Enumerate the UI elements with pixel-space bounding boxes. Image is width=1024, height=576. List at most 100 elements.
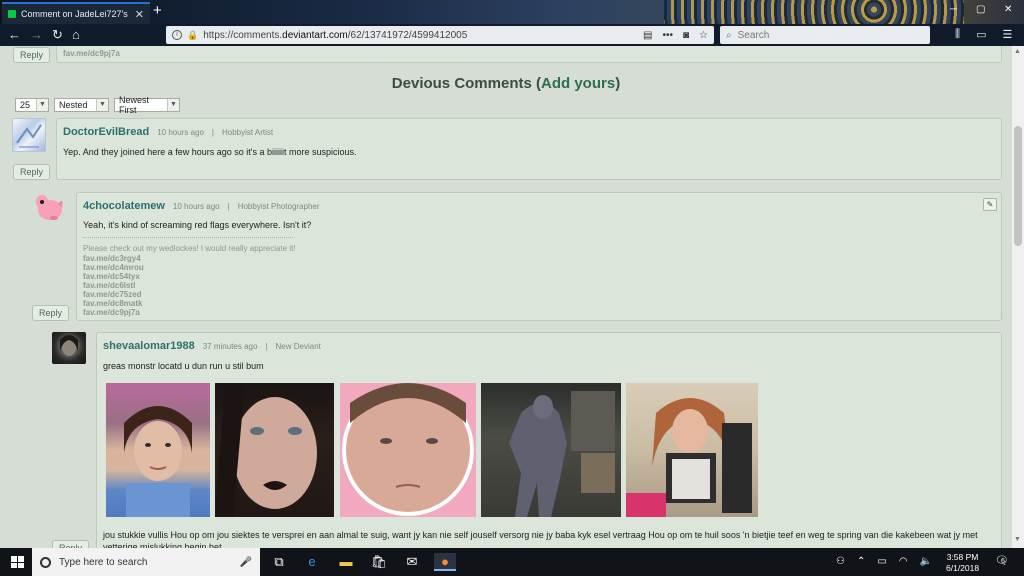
comment-user-role: Hobbyist Photographer — [237, 202, 320, 211]
comment-box: DoctorEvilBread 10 hours ago | Hobbyist … — [56, 118, 1002, 180]
notification-center-icon[interactable]: 🗨6 — [995, 554, 1013, 567]
mail-icon[interactable]: ✉ — [403, 553, 421, 571]
view-mode-select[interactable]: Nested ▼ — [54, 98, 109, 112]
comment-username[interactable]: shevaalomar1988 — [103, 340, 195, 352]
firefox-icon[interactable]: ● — [434, 553, 456, 571]
forward-icon[interactable]: → — [30, 27, 43, 43]
per-page-select[interactable]: 25 ▼ — [15, 98, 49, 112]
fav-link[interactable]: fav.me/dc9pj7a — [63, 49, 120, 58]
comment-time[interactable]: 37 minutes ago — [203, 342, 258, 351]
minimize-icon[interactable]: ─ — [950, 4, 957, 15]
scroll-down-icon[interactable]: ▼ — [1014, 536, 1021, 543]
edit-pencil-icon[interactable]: ✎ — [983, 198, 997, 211]
wifi-icon[interactable]: ◠ — [899, 556, 908, 567]
system-clock[interactable]: 3:58 PM 6/1/2018 — [946, 552, 979, 574]
task-view-icon[interactable]: ⧉ — [270, 553, 288, 571]
comment-user-role: Hobbyist Artist — [221, 128, 274, 137]
photo-5[interactable] — [626, 383, 758, 517]
deviantart-favicon — [8, 10, 16, 18]
microphone-icon[interactable]: 🎤 — [240, 557, 252, 568]
avatar-sketch-icon — [16, 124, 42, 148]
comment-body-text: jou stukkie vullis Hou op om jou siektes… — [103, 530, 978, 548]
fav-link[interactable]: fav.me/dc8matk — [83, 299, 144, 308]
search-circle-icon — [40, 556, 51, 568]
search-placeholder: Search — [737, 29, 770, 41]
comment-time[interactable]: 10 hours ago — [157, 128, 204, 137]
new-tab-icon[interactable]: + — [153, 3, 162, 19]
photo-2[interactable] — [215, 383, 334, 517]
avatar[interactable] — [52, 332, 86, 364]
pink-creature-avatar-icon — [36, 195, 63, 220]
comment-text: Yep. And they joined here a few hours ag… — [63, 147, 357, 157]
search-icon: ⌕ — [726, 29, 732, 41]
home-icon[interactable]: ⌂ — [72, 27, 80, 43]
scrollbar-thumb[interactable] — [1014, 126, 1022, 246]
fav-link[interactable]: fav.me/dc9pj7a — [83, 308, 144, 317]
creature-photo-icon — [509, 391, 615, 517]
bookmark-star-icon[interactable]: ☆ — [699, 30, 708, 41]
sidebar-icon[interactable]: ▭ — [976, 28, 986, 41]
comment-username[interactable]: 4chocolatemew — [83, 200, 165, 212]
pocket-icon[interactable]: ◙ — [683, 30, 689, 41]
theme-background — [664, 0, 964, 24]
tab-title: Comment on JadeLei727's Sta — [21, 9, 130, 19]
chevron-up-icon[interactable]: ⌃ — [857, 556, 865, 567]
library-icon[interactable]: ⫼ — [955, 28, 960, 41]
tab-comment-page[interactable]: Comment on JadeLei727's Sta ✕ — [2, 2, 150, 24]
taskbar: Type here to search 🎤 ⧉ e ▬ 🛍 ✉ ● ⚇ ⌃ ▭ … — [0, 548, 1024, 576]
close-window-icon[interactable]: ✕ — [1004, 4, 1012, 15]
reload-icon[interactable]: ↻ — [52, 27, 63, 43]
comment-username[interactable]: DoctorEvilBread — [63, 126, 149, 138]
taskbar-search-input[interactable]: Type here to search 🎤 — [32, 548, 260, 576]
signature-text: Please check out my wedlockes! I would r… — [83, 244, 296, 253]
store-icon[interactable]: 🛍 — [370, 553, 388, 571]
person-photo-icon — [626, 398, 752, 517]
url-text: https://comments.deviantart.com/62/13741… — [203, 29, 468, 41]
fav-link[interactable]: fav.me/dc75zed — [83, 290, 144, 299]
portrait-avatar-icon — [60, 335, 78, 356]
navigation-bar: ← → ↻ ⌂ i 🔒 https://comments.deviantart.… — [0, 24, 1024, 46]
volume-icon[interactable]: 🔈 — [920, 556, 932, 567]
back-icon[interactable]: ← — [8, 27, 21, 43]
chevron-down-icon: ▼ — [167, 99, 179, 111]
face-photo-icon — [342, 383, 474, 516]
photo-3[interactable] — [340, 383, 476, 517]
reply-button[interactable]: Reply — [32, 305, 70, 321]
more-actions-icon[interactable]: ••• — [662, 30, 673, 41]
chevron-down-icon: ▼ — [36, 99, 48, 111]
photo-1[interactable] — [106, 383, 210, 517]
reply-button[interactable]: Reply — [13, 47, 51, 63]
comment-text: greas monstr locatd u dun run u stil bum — [103, 361, 264, 371]
page-scrollbar[interactable]: ▲ ▼ — [1012, 46, 1024, 548]
file-explorer-icon[interactable]: ▬ — [337, 553, 355, 571]
comment-time[interactable]: 10 hours ago — [173, 202, 220, 211]
people-icon[interactable]: ⚇ — [836, 556, 845, 567]
scroll-up-icon[interactable]: ▲ — [1014, 48, 1021, 55]
fav-link[interactable]: fav.me/dc54tyx — [83, 272, 144, 281]
address-bar[interactable]: i 🔒 https://comments.deviantart.com/62/1… — [166, 26, 714, 44]
reply-button[interactable]: Reply — [13, 164, 51, 180]
sort-order-select[interactable]: Newest First ▼ — [114, 95, 180, 115]
reader-view-icon[interactable]: ▤ — [643, 30, 652, 41]
battery-icon[interactable]: ▭ — [877, 556, 886, 567]
maximize-icon[interactable]: ▢ — [976, 4, 985, 15]
comment-box: 4chocolatemew 10 hours ago | Hobbyist Ph… — [76, 192, 1002, 321]
edge-browser-icon[interactable]: e — [303, 553, 321, 571]
previous-comment-box: fav.me/dc9pj7a — [56, 46, 1002, 63]
search-input[interactable]: ⌕ Search — [720, 26, 930, 44]
fav-link[interactable]: fav.me/dc6lstl — [83, 281, 144, 290]
chevron-down-icon: ▼ — [96, 99, 108, 111]
avatar[interactable] — [12, 118, 46, 152]
menu-icon[interactable]: ☰ — [1002, 28, 1012, 41]
info-icon[interactable]: i — [172, 30, 182, 40]
avatar[interactable] — [32, 192, 66, 224]
photo-4[interactable] — [481, 383, 621, 517]
close-tab-icon[interactable]: ✕ — [135, 8, 144, 21]
lock-icon: 🔒 — [187, 29, 199, 40]
reply-button[interactable]: Reply — [52, 540, 90, 548]
windows-start-icon[interactable] — [11, 556, 24, 568]
fav-link[interactable]: fav.me/dc4mrou — [83, 263, 144, 272]
comment-text: Yeah, it's kind of screaming red flags e… — [83, 220, 312, 230]
fav-link[interactable]: fav.me/dc3rgy4 — [83, 254, 144, 263]
add-comment-link[interactable]: Add yours — [541, 75, 615, 92]
